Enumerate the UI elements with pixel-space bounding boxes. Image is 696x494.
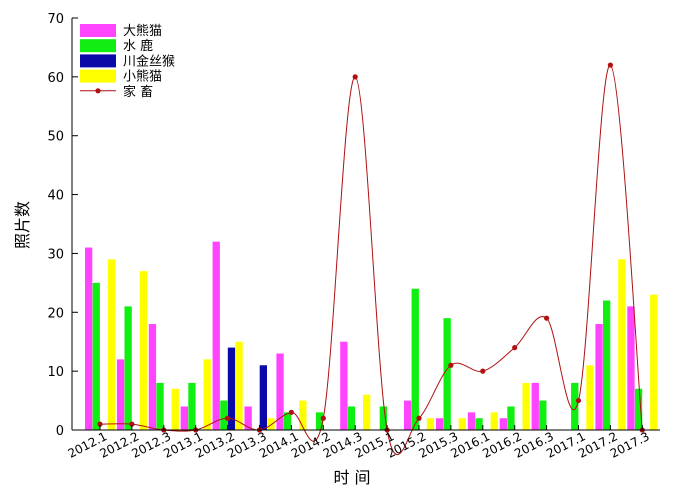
bar [171,388,179,430]
legend-label: 大熊猫 [123,23,162,39]
chart: 0 10 20 30 40 50 60 70 2012.1 2012.2 2012.3 2013.1 2… [0,0,696,490]
bar [522,382,530,430]
y-tick-label: 50 [47,130,64,145]
y-tick-label: 10 [47,365,64,380]
bar [404,400,412,430]
bar [618,259,626,430]
bar [124,306,132,430]
bar [443,318,451,430]
legend-swatch [80,54,116,68]
line-point [575,397,582,404]
bar [85,247,93,430]
bar [475,418,483,430]
legend-label: 水 鹿 [123,38,153,54]
y-tick-label: 40 [47,189,64,204]
y-tick-label: 60 [47,71,64,86]
bar [92,282,100,430]
bar [435,418,444,430]
bar [507,406,515,430]
bar [458,418,466,430]
line-point [544,315,550,321]
line-point [225,415,231,421]
bar [203,359,211,430]
bar [467,412,476,430]
y-tick-label: 20 [47,306,64,321]
line-point [480,368,486,374]
x-axis-title: 时 间 [333,468,370,487]
legend-swatch [80,39,116,53]
chart-svg: 0102030405060702012.12012.22012.32013.12… [13,12,660,487]
bar [650,294,658,430]
line-point [352,74,358,80]
line-point [448,362,454,368]
bar [180,406,188,430]
bar [603,300,611,430]
legend-swatch [80,69,116,83]
bar [586,365,594,430]
legend: 大熊猫水 鹿川金丝猴小熊猫家 畜 [80,23,175,100]
bar [595,324,603,430]
line-point [288,409,294,415]
bar [220,400,228,430]
y-tick-label: 30 [47,247,64,262]
bar [340,341,348,430]
legend-swatch [80,24,116,37]
bar [539,400,547,430]
bar [188,382,196,430]
bar [148,324,157,430]
bar [426,418,435,430]
bar [531,382,539,430]
legend-marker [95,88,101,94]
bar [235,341,243,430]
bar [259,365,267,430]
line-point [512,345,518,351]
bar [490,412,498,430]
bar [212,241,220,430]
bar [571,382,579,430]
bar [379,406,387,430]
line-point [607,62,614,68]
bar [315,412,324,430]
bar [156,382,164,430]
legend-label: 小熊猫 [123,69,162,85]
line-point [320,415,326,421]
bar [411,288,419,430]
line-point [416,415,422,421]
y-tick-label: 0 [56,424,64,439]
y-axis-title: 照片数 [13,201,32,249]
bar [627,306,635,430]
y-tick-label: 70 [47,12,64,27]
series-line [99,64,643,456]
legend-label: 川金丝猴 [123,53,175,69]
bar [107,259,116,430]
legend-label: 家 畜 [123,84,153,100]
bar [499,418,507,430]
bar [363,394,371,430]
bar [267,418,275,430]
bar [299,400,307,430]
bar [139,271,147,430]
bar [347,406,356,430]
bar [116,359,125,430]
